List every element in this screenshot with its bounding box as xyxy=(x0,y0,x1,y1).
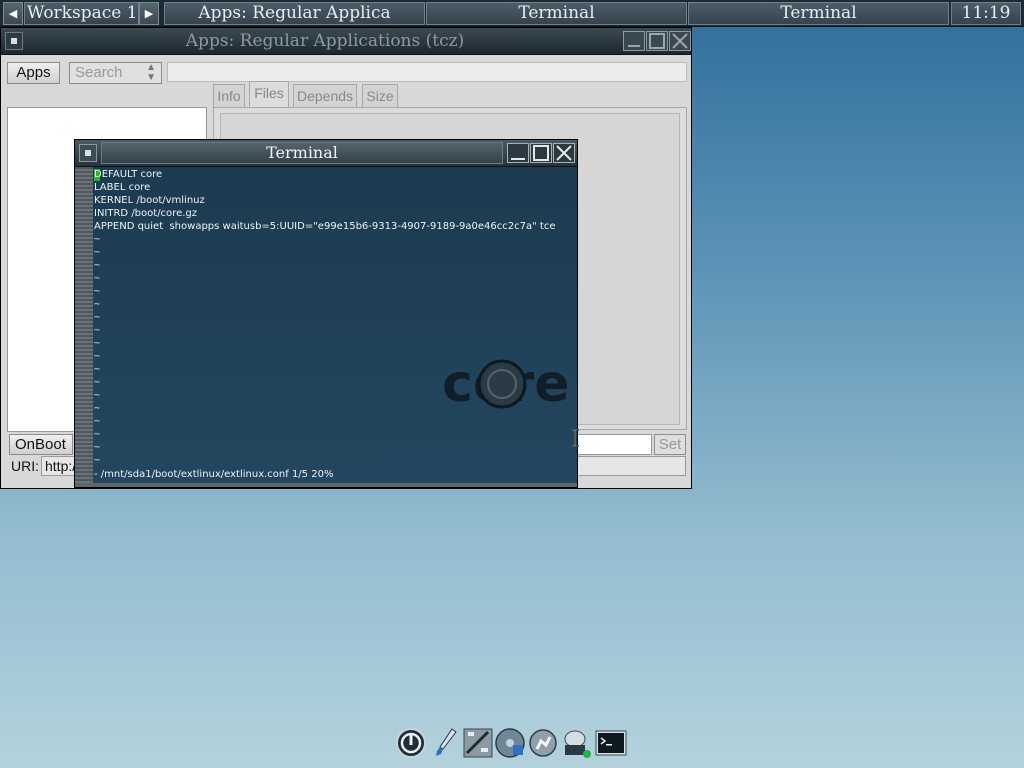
onboot-button[interactable]: OnBoot xyxy=(9,434,73,455)
task-terminal-2[interactable]: Terminal xyxy=(688,2,949,25)
workspace-next-button[interactable]: ▶ xyxy=(139,2,159,25)
empty-line-tilde: ~ xyxy=(94,286,101,297)
workspace-prev-button[interactable]: ◀ xyxy=(3,2,23,25)
task-terminal-1[interactable]: Terminal xyxy=(426,2,687,25)
control-panel-icon[interactable] xyxy=(462,727,494,759)
maximize-icon xyxy=(533,145,549,161)
clock: 11:19 xyxy=(951,2,1021,25)
set-button[interactable]: Set xyxy=(654,434,686,455)
apps-menu-button[interactable]: Apps xyxy=(7,62,60,84)
empty-line-tilde: ~ xyxy=(94,416,101,427)
empty-line-tilde: ~ xyxy=(94,403,101,414)
empty-line-tilde: ~ xyxy=(94,351,101,362)
terminal-icon[interactable] xyxy=(595,727,627,759)
terminal-line: APPEND quiet showapps waitusb=5:UUID="e9… xyxy=(94,221,556,232)
taskbar: ◀ Workspace 1 ▶ Apps: Regular Applica Te… xyxy=(0,0,1024,27)
core-logo: core xyxy=(442,355,569,411)
dock xyxy=(393,725,633,763)
empty-line-tilde: ~ xyxy=(94,442,101,453)
menu-icon xyxy=(11,38,17,44)
terminal-scrollbar[interactable] xyxy=(75,167,93,487)
empty-line-tilde: ~ xyxy=(94,455,101,466)
terminal-line: LABEL core xyxy=(94,182,151,193)
set-value-input[interactable] xyxy=(577,434,652,455)
search-select-value: Search xyxy=(75,64,123,81)
maximize-button[interactable] xyxy=(646,31,668,51)
tab-info[interactable]: Info xyxy=(213,84,245,108)
tab-depends[interactable]: Depends xyxy=(293,84,357,108)
network-icon[interactable] xyxy=(561,727,593,759)
empty-line-tilde: ~ xyxy=(94,312,101,323)
empty-line-tilde: ~ xyxy=(94,325,101,336)
empty-line-tilde: ~ xyxy=(94,338,101,349)
workspace-label[interactable]: Workspace 1 xyxy=(24,2,139,25)
empty-line-tilde: ~ xyxy=(94,364,101,375)
apps-window-title: Apps: Regular Applications (tcz) xyxy=(185,31,465,51)
terminal-window: Terminal core DEFAULT core LABEL core KE… xyxy=(74,139,578,488)
task-apps-window[interactable]: Apps: Regular Applica xyxy=(164,2,425,25)
apps-audit-icon[interactable] xyxy=(527,727,559,759)
select-arrows-icon: ▲ ▼ xyxy=(146,62,156,83)
terminal-title: Terminal xyxy=(266,143,338,162)
empty-line-tilde: ~ xyxy=(94,390,101,401)
empty-line-tilde: ~ xyxy=(94,260,101,271)
terminal-line: INITRD /boot/core.gz xyxy=(94,208,197,219)
terminal-titlebar[interactable]: Terminal xyxy=(75,140,577,167)
window-menu-button[interactable] xyxy=(79,144,97,162)
menu-icon xyxy=(85,150,91,156)
empty-line-tilde: ~ xyxy=(94,273,101,284)
uri-label: URI: xyxy=(11,458,39,474)
minimize-button[interactable] xyxy=(507,143,529,163)
terminal-title-area: Terminal xyxy=(101,142,503,164)
brush-icon[interactable] xyxy=(429,727,461,759)
search-select[interactable]: Search ▲ ▼ xyxy=(69,62,162,84)
ibeam-cursor-icon xyxy=(571,429,579,447)
power-icon[interactable] xyxy=(395,727,427,759)
close-icon xyxy=(556,145,572,161)
terminal-line: KERNEL /boot/vmlinuz xyxy=(94,195,205,206)
minimize-icon xyxy=(628,45,640,47)
search-input[interactable] xyxy=(167,62,687,82)
terminal-line: DEFAULT core xyxy=(94,169,163,180)
empty-line-tilde: ~ xyxy=(94,299,101,310)
vim-status-line: - /mnt/sda1/boot/extlinux/extlinux.conf … xyxy=(94,469,334,480)
apps-titlebar[interactable]: Apps: Regular Applications (tcz) xyxy=(1,28,691,55)
tab-files[interactable]: Files xyxy=(249,81,289,108)
close-button[interactable] xyxy=(553,143,575,163)
minimize-icon xyxy=(511,158,525,160)
empty-line-tilde: ~ xyxy=(94,377,101,388)
mount-tool-icon[interactable] xyxy=(494,727,526,759)
terminal-body[interactable]: core DEFAULT core LABEL core KERNEL /boo… xyxy=(75,167,577,487)
tab-size[interactable]: Size xyxy=(362,84,398,108)
close-button[interactable] xyxy=(669,31,691,51)
empty-line-tilde: ~ xyxy=(94,234,101,245)
empty-line-tilde: ~ xyxy=(94,247,101,258)
window-menu-button[interactable] xyxy=(5,32,23,50)
maximize-button[interactable] xyxy=(530,143,552,163)
maximize-icon xyxy=(649,33,665,49)
close-icon xyxy=(672,33,688,49)
minimize-button[interactable] xyxy=(623,31,645,51)
empty-line-tilde: ~ xyxy=(94,429,101,440)
terminal-bottom-edge xyxy=(75,483,577,487)
